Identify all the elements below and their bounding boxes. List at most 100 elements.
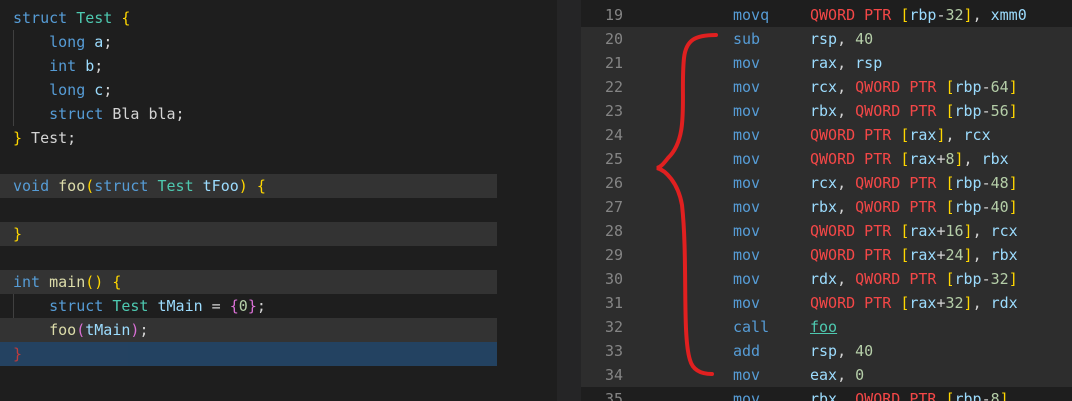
- line-number: 19: [604, 6, 623, 24]
- line-number: 21: [604, 54, 623, 72]
- asm-token: ,: [963, 150, 982, 168]
- source-token: =: [202, 297, 230, 315]
- source-line[interactable]: struct Test {: [0, 6, 497, 30]
- source-token: ;: [103, 81, 113, 99]
- asm-token: rbx: [990, 246, 1018, 264]
- source-token: }: [247, 297, 257, 315]
- asm-token: [: [945, 78, 955, 96]
- asm-token: rbp: [954, 198, 982, 216]
- asm-token: ]: [1008, 78, 1018, 96]
- source-line-text: }: [13, 222, 22, 246]
- source-token: [13, 57, 49, 75]
- asm-token: QWORD PTR: [855, 198, 946, 216]
- source-line-text: long c;: [13, 78, 112, 102]
- source-editor[interactable]: struct Test { long a; int b; long c; str…: [0, 0, 557, 401]
- source-token: [148, 177, 157, 195]
- source-line[interactable]: }: [0, 222, 497, 246]
- asm-line[interactable]: 35 mov rbx, QWORD PTR [rbp-8]: [581, 387, 1072, 401]
- source-token: a: [94, 33, 104, 51]
- source-line[interactable]: void foo(struct Test tFoo) {: [0, 174, 497, 198]
- source-line[interactable]: [0, 150, 497, 174]
- source-line[interactable]: int main() {: [0, 270, 497, 294]
- asm-line[interactable]: 26 mov rcx, QWORD PTR [rbp-48]: [581, 171, 1072, 195]
- pane-divider[interactable]: [557, 0, 581, 401]
- source-token: [85, 33, 94, 51]
- asm-line[interactable]: 30 mov rdx, QWORD PTR [rbp-32]: [581, 267, 1072, 291]
- source-token: void: [13, 177, 50, 195]
- asm-token: ]: [963, 246, 973, 264]
- source-line[interactable]: struct Bla bla;: [0, 102, 497, 126]
- asm-token: ,: [837, 366, 856, 384]
- asm-token: 32: [945, 294, 964, 312]
- asm-token: QWORD PTR: [855, 270, 946, 288]
- source-token: tMain: [85, 321, 131, 339]
- asm-operands: rsp, 40: [810, 27, 873, 51]
- asm-token: [: [900, 246, 910, 264]
- asm-token: ,: [945, 126, 964, 144]
- source-token: struct: [49, 105, 104, 123]
- assembly-editor[interactable]: 19 movq QWORD PTR [rbp-32], xmm0 20 sub rsp, …: [581, 0, 1072, 401]
- source-line[interactable]: struct Test tMain = {0};: [0, 294, 497, 318]
- asm-token: 64: [990, 78, 1009, 96]
- asm-token: ,: [837, 390, 856, 401]
- source-token: }: [13, 345, 23, 363]
- asm-token: ,: [837, 54, 856, 72]
- asm-token: ]: [954, 150, 964, 168]
- asm-line[interactable]: 32 call foo: [581, 315, 1072, 339]
- asm-line[interactable]: 24 mov QWORD PTR [rax], rcx: [581, 123, 1072, 147]
- source-token: Bla bla;: [103, 105, 185, 123]
- call-target-link[interactable]: foo: [810, 318, 837, 336]
- asm-token: [: [900, 294, 910, 312]
- source-token: [13, 321, 49, 339]
- asm-line[interactable]: 29 mov QWORD PTR [rax+24], rbx: [581, 243, 1072, 267]
- asm-token: rbp: [954, 270, 982, 288]
- asm-token: ]: [1008, 102, 1018, 120]
- asm-line[interactable]: 34 mov eax, 0: [581, 363, 1072, 387]
- source-line-text: struct Bla bla;: [13, 102, 185, 126]
- asm-token: -: [981, 102, 991, 120]
- asm-operands: QWORD PTR [rax], rcx: [810, 123, 991, 147]
- source-token: [67, 9, 76, 27]
- source-token: [103, 297, 112, 315]
- line-number: 30: [604, 270, 623, 288]
- asm-token: 32: [945, 6, 964, 24]
- asm-line[interactable]: 21 mov rax, rsp: [581, 51, 1072, 75]
- source-line[interactable]: [0, 246, 497, 270]
- asm-token: rbp: [909, 6, 937, 24]
- asm-operands: rbx, QWORD PTR [rbp-40]: [810, 195, 1018, 219]
- source-line[interactable]: int b;: [0, 54, 497, 78]
- source-token: Test: [112, 297, 149, 315]
- asm-token: [: [945, 390, 955, 401]
- asm-line[interactable]: 28 mov QWORD PTR [rax+16], rcx: [581, 219, 1072, 243]
- asm-token: rdx: [990, 294, 1018, 312]
- asm-line[interactable]: 20 sub rsp, 40: [581, 27, 1072, 51]
- asm-token: rcx: [810, 174, 838, 192]
- asm-token: ]: [963, 294, 973, 312]
- asm-line[interactable]: 25 mov QWORD PTR [rax+8], rbx: [581, 147, 1072, 171]
- source-line[interactable]: long c;: [0, 78, 497, 102]
- asm-line[interactable]: 33 add rsp, 40: [581, 339, 1072, 363]
- asm-token: rdx: [810, 270, 838, 288]
- source-token: [148, 297, 157, 315]
- asm-line[interactable]: 31 mov QWORD PTR [rax+32], rdx: [581, 291, 1072, 315]
- source-token: Test: [76, 9, 113, 27]
- asm-line[interactable]: 23 mov rbx, QWORD PTR [rbp-56]: [581, 99, 1072, 123]
- asm-token: rsp: [810, 342, 838, 360]
- asm-operands: QWORD PTR [rbp-32], xmm0: [810, 3, 1027, 27]
- asm-token: ]: [963, 222, 973, 240]
- source-line[interactable]: foo(tMain);: [0, 318, 497, 342]
- asm-operands: rbx, QWORD PTR [rbp-8]: [810, 387, 1009, 401]
- asm-token: rax: [810, 54, 838, 72]
- source-line[interactable]: } Test;: [0, 126, 497, 150]
- source-line[interactable]: }: [0, 342, 497, 366]
- asm-token: [: [945, 270, 955, 288]
- asm-token: ,: [837, 30, 856, 48]
- source-line[interactable]: [0, 198, 497, 222]
- asm-token: 16: [945, 222, 964, 240]
- asm-operands: foo: [810, 315, 837, 339]
- asm-line[interactable]: 19 movq QWORD PTR [rbp-32], xmm0: [581, 3, 1072, 27]
- source-token: [248, 177, 257, 195]
- asm-line[interactable]: 27 mov rbx, QWORD PTR [rbp-40]: [581, 195, 1072, 219]
- asm-line[interactable]: 22 mov rcx, QWORD PTR [rbp-64]: [581, 75, 1072, 99]
- source-line[interactable]: long a;: [0, 30, 497, 54]
